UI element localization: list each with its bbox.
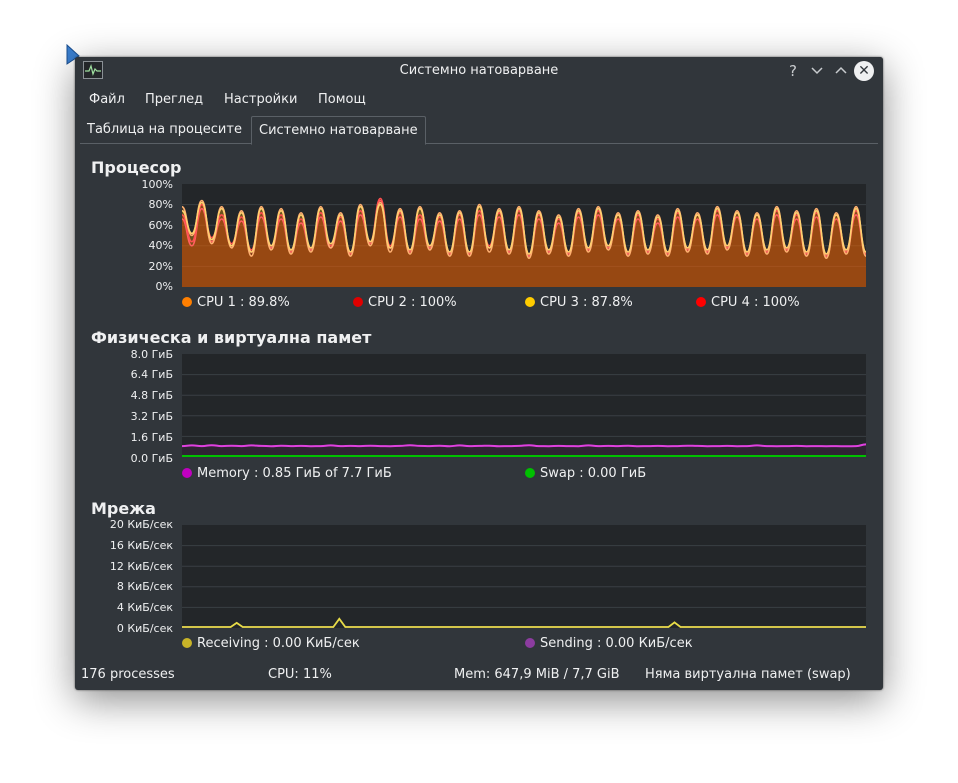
cpu-plot	[182, 184, 866, 287]
memory-section-title: Физическа и виртуална памет	[91, 328, 372, 347]
menu-help[interactable]: Помощ	[318, 92, 366, 107]
cpu-ytick: 100%	[141, 178, 173, 191]
network-section-title: Мрежа	[91, 499, 156, 518]
legend-cpu1: CPU 1 : 89.8%	[182, 295, 290, 310]
legend-cpu2: CPU 2 : 100%	[353, 295, 457, 310]
window-title: Системно натоварване	[399, 63, 559, 78]
receiving-line	[182, 617, 866, 628]
memory-line	[182, 443, 866, 448]
legend-dot	[525, 297, 535, 307]
maximize-icon[interactable]	[831, 61, 851, 81]
memory-chart	[182, 374, 866, 457]
legend-dot	[525, 468, 535, 478]
network-ytick: 8 КиБ/сек	[116, 580, 173, 593]
cpu-chart	[182, 197, 866, 287]
cpu-ytick: 20%	[148, 260, 173, 273]
legend-receiving: Receiving : 0.00 КиБ/сек	[182, 636, 360, 651]
cpu-ytick: 0%	[155, 280, 173, 293]
memory-ytick: 3.2 ГиБ	[130, 410, 173, 423]
cpu-ytick: 60%	[148, 219, 173, 232]
titlebar: Системно натоварване ? ✕	[75, 57, 883, 85]
status-processes: 176 processes	[81, 667, 175, 682]
network-ytick: 12 КиБ/сек	[109, 560, 173, 573]
legend-dot	[182, 638, 192, 648]
network-ytick: 4 КиБ/сек	[116, 601, 173, 614]
network-chart	[182, 545, 866, 628]
legend-cpu3: CPU 3 : 87.8%	[525, 295, 633, 310]
menubar: Файл Преглед Настройки Помощ	[75, 87, 883, 111]
legend-dot	[182, 297, 192, 307]
help-icon[interactable]: ?	[783, 61, 803, 81]
close-icon[interactable]: ✕	[854, 61, 874, 81]
legend-swap: Swap : 0.00 ГиБ	[525, 466, 646, 481]
legend-dot	[525, 638, 535, 648]
menu-settings[interactable]: Настройки	[224, 92, 297, 107]
status-cpu: CPU: 11%	[268, 667, 332, 682]
cpu-section-title: Процесор	[91, 158, 182, 177]
memory-ytick: 1.6 ГиБ	[130, 431, 173, 444]
status-mem: Mem: 647,9 MiB / 7,7 GiB	[454, 667, 620, 682]
tabbar: Таблица на процесите Системно натоварван…	[80, 116, 878, 145]
tab-process-table[interactable]: Таблица на процесите	[80, 116, 249, 144]
memory-ytick: 6.4 ГиБ	[130, 368, 173, 381]
sending-line	[182, 617, 866, 628]
tab-system-load[interactable]: Системно натоварване	[251, 116, 426, 145]
memory-ytick: 8.0 ГиБ	[130, 348, 173, 361]
network-ytick: 16 КиБ/сек	[109, 539, 173, 552]
status-swap: Няма виртуална памет (swap)	[645, 667, 851, 682]
memory-ytick: 0.0 ГиБ	[130, 452, 173, 465]
memory-ytick: 4.8 ГиБ	[130, 389, 173, 402]
menu-file[interactable]: Файл	[89, 92, 125, 107]
cpu-ytick: 40%	[148, 239, 173, 252]
network-ytick: 20 КиБ/сек	[109, 518, 173, 531]
cpu-ytick: 80%	[148, 198, 173, 211]
legend-dot	[353, 297, 363, 307]
legend-dot	[182, 468, 192, 478]
network-ytick: 0 КиБ/сек	[116, 622, 173, 635]
legend-sending: Sending : 0.00 КиБ/сек	[525, 636, 693, 651]
legend-cpu4: CPU 4 : 100%	[696, 295, 800, 310]
legend-memory: Memory : 0.85 ГиБ of 7.7 ГиБ	[182, 466, 392, 481]
minimize-icon[interactable]	[807, 61, 827, 81]
network-plot	[182, 525, 866, 628]
menu-view[interactable]: Преглед	[145, 92, 203, 107]
memory-plot	[182, 354, 866, 457]
system-monitor-window: Системно натоварване ? ✕ Файл Преглед На…	[75, 57, 883, 690]
legend-dot	[696, 297, 706, 307]
